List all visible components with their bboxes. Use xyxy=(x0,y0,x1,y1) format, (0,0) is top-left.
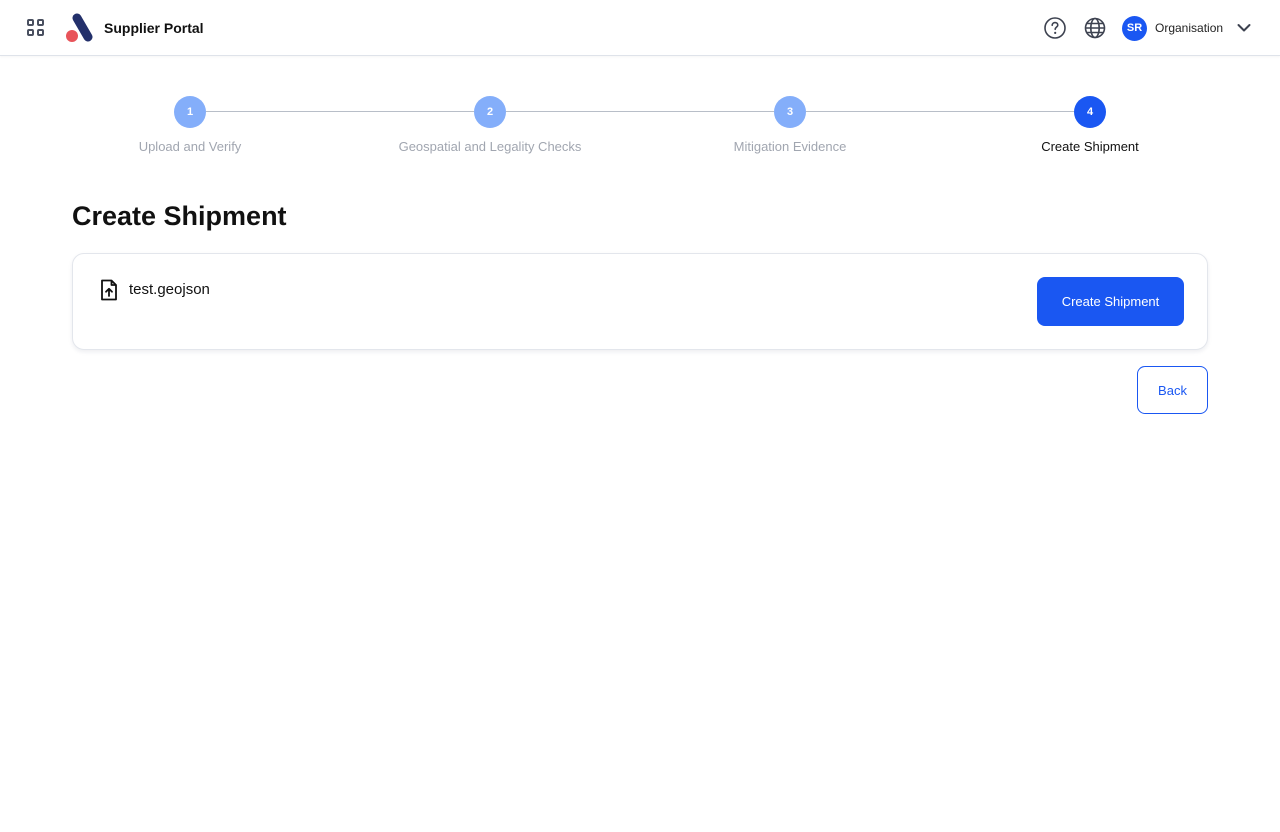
create-shipment-button[interactable]: Create Shipment xyxy=(1037,277,1184,326)
step-label: Upload and Verify xyxy=(138,139,242,154)
step-label: Mitigation Evidence xyxy=(733,139,847,154)
chevron-down-icon xyxy=(1236,20,1252,36)
avatar: SR xyxy=(1122,16,1147,41)
help-icon[interactable] xyxy=(1043,16,1067,40)
step-geospatial-and-legality-checks[interactable]: 2 Geospatial and Legality Checks xyxy=(370,96,610,156)
step-upload-and-verify[interactable]: 1 Upload and Verify xyxy=(70,96,310,156)
user-organisation-menu[interactable]: SR Organisation xyxy=(1122,16,1258,41)
language-globe-icon[interactable] xyxy=(1083,16,1107,40)
step-create-shipment[interactable]: 4 Create Shipment xyxy=(970,96,1210,156)
step-number: 2 xyxy=(474,96,506,128)
step-number: 4 xyxy=(1074,96,1106,128)
step-number: 3 xyxy=(774,96,806,128)
organisation-label: Organisation xyxy=(1155,21,1224,35)
top-navigation-bar: Supplier Portal SR Organisation xyxy=(0,0,1280,56)
step-label: Geospatial and Legality Checks xyxy=(398,139,582,154)
step-label: Create Shipment xyxy=(1041,139,1139,154)
page-title: Create Shipment xyxy=(72,201,287,231)
step-mitigation-evidence[interactable]: 3 Mitigation Evidence xyxy=(670,96,910,156)
file-card: test.geojson Create Shipment xyxy=(72,253,1208,350)
progress-stepper: 1 Upload and Verify 2 Geospatial and Leg… xyxy=(0,96,1280,160)
step-number: 1 xyxy=(174,96,206,128)
file-upload-icon xyxy=(99,279,119,301)
file-name: test.geojson xyxy=(129,281,210,298)
company-logo[interactable] xyxy=(64,12,96,44)
portal-title: Supplier Portal xyxy=(104,20,204,36)
apps-grid-icon[interactable] xyxy=(26,18,46,38)
back-button[interactable]: Back xyxy=(1137,366,1208,414)
